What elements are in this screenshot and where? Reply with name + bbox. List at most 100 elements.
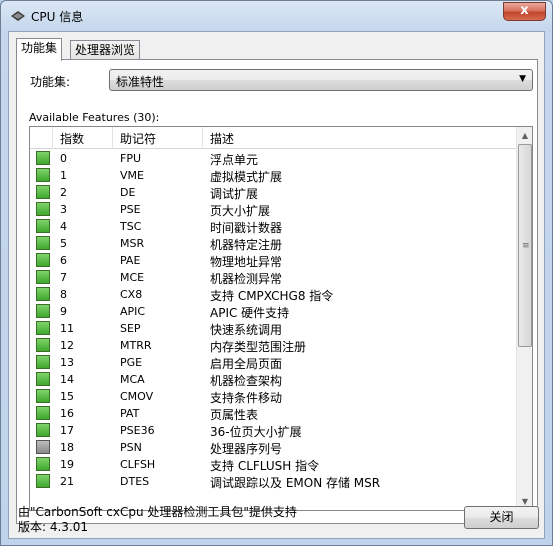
table-row[interactable]: 18 PSN 处理器序列号 bbox=[30, 438, 517, 456]
row-mnemonic: DE bbox=[120, 186, 136, 199]
row-index: 18 bbox=[60, 441, 74, 454]
table-row[interactable]: 9 APIC APIC 硬件支持 bbox=[30, 302, 517, 320]
table-row[interactable]: 0 FPU 浮点单元 bbox=[30, 149, 517, 167]
scroll-up-icon[interactable]: ▲ bbox=[517, 127, 532, 144]
row-mnemonic: MCE bbox=[120, 271, 145, 284]
row-mnemonic: PGE bbox=[120, 356, 143, 369]
row-index: 17 bbox=[60, 424, 74, 437]
row-index: 4 bbox=[60, 220, 67, 233]
window-title: CPU 信息 bbox=[31, 10, 84, 24]
column-header-mnemonic[interactable]: 助记符 bbox=[120, 130, 156, 147]
scrollbar-thumb[interactable]: ≡ bbox=[518, 144, 532, 347]
available-features-caption: Available Features (30): bbox=[29, 111, 160, 124]
title-bar[interactable]: CPU 信息 x bbox=[1, 1, 552, 31]
status-indicator-icon bbox=[36, 389, 50, 403]
row-mnemonic: APIC bbox=[120, 305, 146, 318]
chevron-down-icon: ▼ bbox=[519, 74, 526, 84]
status-indicator-icon bbox=[36, 372, 50, 386]
column-header-description[interactable]: 描述 bbox=[210, 130, 234, 147]
status-indicator-icon bbox=[36, 219, 50, 233]
row-index: 12 bbox=[60, 339, 74, 352]
row-mnemonic: SEP bbox=[120, 322, 141, 335]
feature-set-label: 功能集: bbox=[30, 75, 71, 89]
table-row[interactable]: 17 PSE36 36-位页大小扩展 bbox=[30, 421, 517, 439]
tab-feature-set[interactable]: 功能集 bbox=[16, 38, 63, 61]
row-mnemonic: CX8 bbox=[120, 288, 143, 301]
table-row[interactable]: 19 CLFSH 支持 CLFLUSH 指令 bbox=[30, 455, 517, 473]
table-row[interactable]: 21 DTES 调试跟踪以及 EMON 存储 MSR bbox=[30, 472, 517, 490]
status-indicator-icon bbox=[36, 304, 50, 318]
table-row[interactable]: 2 DE 调试扩展 bbox=[30, 183, 517, 201]
row-mnemonic: PAE bbox=[120, 254, 141, 267]
row-index: 19 bbox=[60, 458, 74, 471]
status-indicator-icon bbox=[36, 338, 50, 352]
status-indicator-icon bbox=[36, 321, 50, 335]
table-row[interactable]: 13 PGE 启用全局页面 bbox=[30, 353, 517, 371]
table-row[interactable]: 6 PAE 物理地址异常 bbox=[30, 251, 517, 269]
table-row[interactable]: 16 PAT 页属性表 bbox=[30, 404, 517, 422]
status-indicator-icon bbox=[36, 474, 50, 488]
table-row[interactable]: 11 SEP 快速系统调用 bbox=[30, 319, 517, 337]
cpu-chip-icon bbox=[11, 11, 25, 21]
row-mnemonic: MCA bbox=[120, 373, 145, 386]
status-indicator-icon bbox=[36, 253, 50, 267]
row-mnemonic: PSN bbox=[120, 441, 142, 454]
row-mnemonic: PSE bbox=[120, 203, 141, 216]
version-text: 版本: 4.3.01 bbox=[18, 520, 89, 534]
row-index: 13 bbox=[60, 356, 74, 369]
column-separator[interactable] bbox=[202, 127, 203, 149]
row-index: 8 bbox=[60, 288, 67, 301]
status-indicator-icon bbox=[36, 423, 50, 437]
features-rows: 0 FPU 浮点单元 1 VME 虚拟模式扩展 2 DE 调试扩展 3 PSE 页大小扩展 4 TSC 时间… bbox=[30, 149, 517, 490]
row-index: 14 bbox=[60, 373, 74, 386]
row-mnemonic: MTRR bbox=[120, 339, 152, 352]
row-mnemonic: FPU bbox=[120, 152, 142, 165]
row-index: 7 bbox=[60, 271, 67, 284]
column-separator[interactable] bbox=[52, 127, 53, 149]
feature-set-panel: 功能集: 标准特性 ▼ Available Features (30): 指数 … bbox=[16, 59, 538, 524]
status-indicator-icon bbox=[36, 287, 50, 301]
table-row[interactable]: 7 MCE 机器检测异常 bbox=[30, 268, 517, 286]
row-mnemonic: DTES bbox=[120, 475, 150, 488]
close-button[interactable]: 关闭 bbox=[464, 506, 539, 529]
row-mnemonic: VME bbox=[120, 169, 144, 182]
table-row[interactable]: 1 VME 虚拟模式扩展 bbox=[30, 166, 517, 184]
row-mnemonic: MSR bbox=[120, 237, 145, 250]
row-index: 16 bbox=[60, 407, 74, 420]
tab-processor-browse[interactable]: 处理器浏览 bbox=[70, 40, 141, 61]
row-index: 5 bbox=[60, 237, 67, 250]
grip-icon: ≡ bbox=[522, 241, 530, 251]
status-indicator-icon bbox=[36, 457, 50, 471]
row-index: 21 bbox=[60, 475, 74, 488]
dialog-client-area: 功能集 处理器浏览 功能集: 标准特性 ▼ Available Features… bbox=[8, 31, 545, 539]
column-header-index[interactable]: 指数 bbox=[60, 130, 84, 147]
row-mnemonic: CLFSH bbox=[120, 458, 156, 471]
status-indicator-icon bbox=[36, 355, 50, 369]
row-index: 3 bbox=[60, 203, 67, 216]
status-indicator-icon bbox=[36, 202, 50, 216]
status-indicator-icon bbox=[36, 168, 50, 182]
table-row[interactable]: 4 TSC 时间戳计数器 bbox=[30, 217, 517, 235]
table-row[interactable]: 12 MTRR 内存类型范围注册 bbox=[30, 336, 517, 354]
row-index: 11 bbox=[60, 322, 74, 335]
window-close-button[interactable]: x bbox=[503, 2, 546, 21]
table-row[interactable]: 3 PSE 页大小扩展 bbox=[30, 200, 517, 218]
row-mnemonic: TSC bbox=[120, 220, 142, 233]
table-row[interactable]: 14 MCA 机器检查架构 bbox=[30, 370, 517, 388]
features-list[interactable]: 指数 助记符 描述 0 FPU 浮点单元 1 VME 虚拟模式扩展 2 DE 调试扩展 3 PSE 页… bbox=[29, 126, 533, 511]
vertical-scrollbar[interactable]: ▲ ≡ ▼ bbox=[516, 127, 532, 510]
row-description: 调试跟踪以及 EMON 存储 MSR bbox=[210, 476, 381, 490]
row-index: 6 bbox=[60, 254, 67, 267]
table-row[interactable]: 15 CMOV 支持条件移动 bbox=[30, 387, 517, 405]
status-indicator-icon bbox=[36, 406, 50, 420]
feature-set-dropdown[interactable]: 标准特性 ▼ bbox=[109, 69, 533, 91]
column-separator[interactable] bbox=[112, 127, 113, 149]
row-mnemonic: PAT bbox=[120, 407, 140, 420]
status-indicator-icon bbox=[36, 440, 50, 454]
list-header: 指数 助记符 描述 bbox=[30, 127, 517, 149]
row-index: 1 bbox=[60, 169, 67, 182]
status-indicator-icon bbox=[36, 151, 50, 165]
status-indicator-icon bbox=[36, 270, 50, 284]
table-row[interactable]: 5 MSR 机器特定注册 bbox=[30, 234, 517, 252]
table-row[interactable]: 8 CX8 支持 CMPXCHG8 指令 bbox=[30, 285, 517, 303]
